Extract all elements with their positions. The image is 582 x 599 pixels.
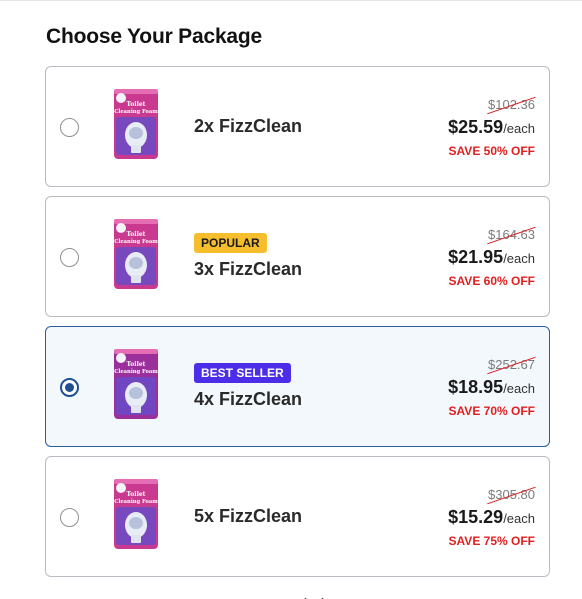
best-seller-badge: BEST SELLER — [194, 363, 291, 383]
price-unit: /each — [503, 121, 535, 136]
product-pouch-illustration: ToiletCleaning Foam — [114, 219, 158, 289]
original-price: $305.80 — [488, 487, 535, 502]
current-price: $25.59 — [448, 117, 504, 137]
current-price: $18.95 — [448, 377, 504, 397]
svg-text:Cleaning Foam: Cleaning Foam — [114, 109, 158, 115]
package-option-5x[interactable]: Toilet Cleaning Foam 5x FizzClean $305.80… — [45, 456, 550, 577]
svg-text:Cleaning Foam: Cleaning Foam — [114, 239, 158, 245]
original-price: $164.63 — [488, 227, 535, 242]
svg-text:Toilet: Toilet — [127, 231, 146, 238]
price-unit: /each — [503, 381, 535, 396]
price-unit: /each — [503, 511, 535, 526]
original-price: $102.36 — [488, 97, 535, 112]
package-name: 4x FizzClean — [194, 389, 303, 409]
product-image: Toilet Cleaning Foam — [112, 87, 160, 161]
package-name: 3x FizzClean — [194, 259, 303, 279]
svg-text:Toilet: Toilet — [127, 361, 146, 368]
price-block: $102.36 $25.59/each SAVE 50% OFF — [448, 96, 535, 158]
price-unit: /each — [503, 251, 535, 266]
save-label: SAVE 50% OFF — [448, 144, 535, 158]
package-option-2x[interactable]: Toilet Cleaning Foam 2x FizzClean $102.36… — [45, 66, 550, 187]
package-option-4x[interactable]: Toilet Cleaning Foam BEST SELLER 4x FizzC… — [45, 326, 550, 447]
svg-text:Cleaning Foam: Cleaning Foam — [114, 499, 158, 505]
radio-button[interactable] — [60, 507, 79, 527]
svg-text:Toilet: Toilet — [127, 491, 146, 498]
product-image: Toilet Cleaning Foam — [112, 347, 160, 421]
product-pouch-illustration: ToiletCleaning Foam — [114, 89, 158, 159]
radio-button-checked[interactable] — [60, 377, 79, 397]
save-label: SAVE 70% OFF — [448, 404, 535, 418]
save-label: SAVE 75% OFF — [448, 534, 535, 548]
svg-text:Cleaning Foam: Cleaning Foam — [114, 369, 158, 375]
radio-button[interactable] — [60, 247, 79, 267]
partial-icon — [304, 597, 324, 599]
svg-text:Toilet: Toilet — [127, 101, 146, 108]
product-image: Toilet Cleaning Foam — [112, 217, 160, 291]
page-title: Choose Your Package — [46, 25, 263, 48]
price-block: $164.63 $21.95/each SAVE 60% OFF — [448, 226, 535, 288]
original-price: $252.67 — [488, 357, 535, 372]
price-block: $252.67 $18.95/each SAVE 70% OFF — [448, 356, 535, 418]
radio-button[interactable] — [60, 117, 79, 137]
popular-badge: POPULAR — [194, 233, 267, 253]
current-price: $15.29 — [448, 507, 504, 527]
save-label: SAVE 60% OFF — [448, 274, 535, 288]
product-pouch-illustration: ToiletCleaning Foam — [114, 349, 158, 419]
package-name: 2x FizzClean — [194, 116, 303, 136]
product-pouch-illustration: ToiletCleaning Foam — [114, 479, 158, 549]
top-divider — [0, 0, 582, 1]
package-name: 5x FizzClean — [194, 506, 303, 526]
current-price: $21.95 — [448, 247, 504, 267]
product-image: Toilet Cleaning Foam — [112, 477, 160, 551]
price-block: $305.80 $15.29/each SAVE 75% OFF — [448, 486, 535, 548]
package-option-3x[interactable]: Toilet Cleaning Foam POPULAR 3x FizzClean… — [45, 196, 550, 317]
